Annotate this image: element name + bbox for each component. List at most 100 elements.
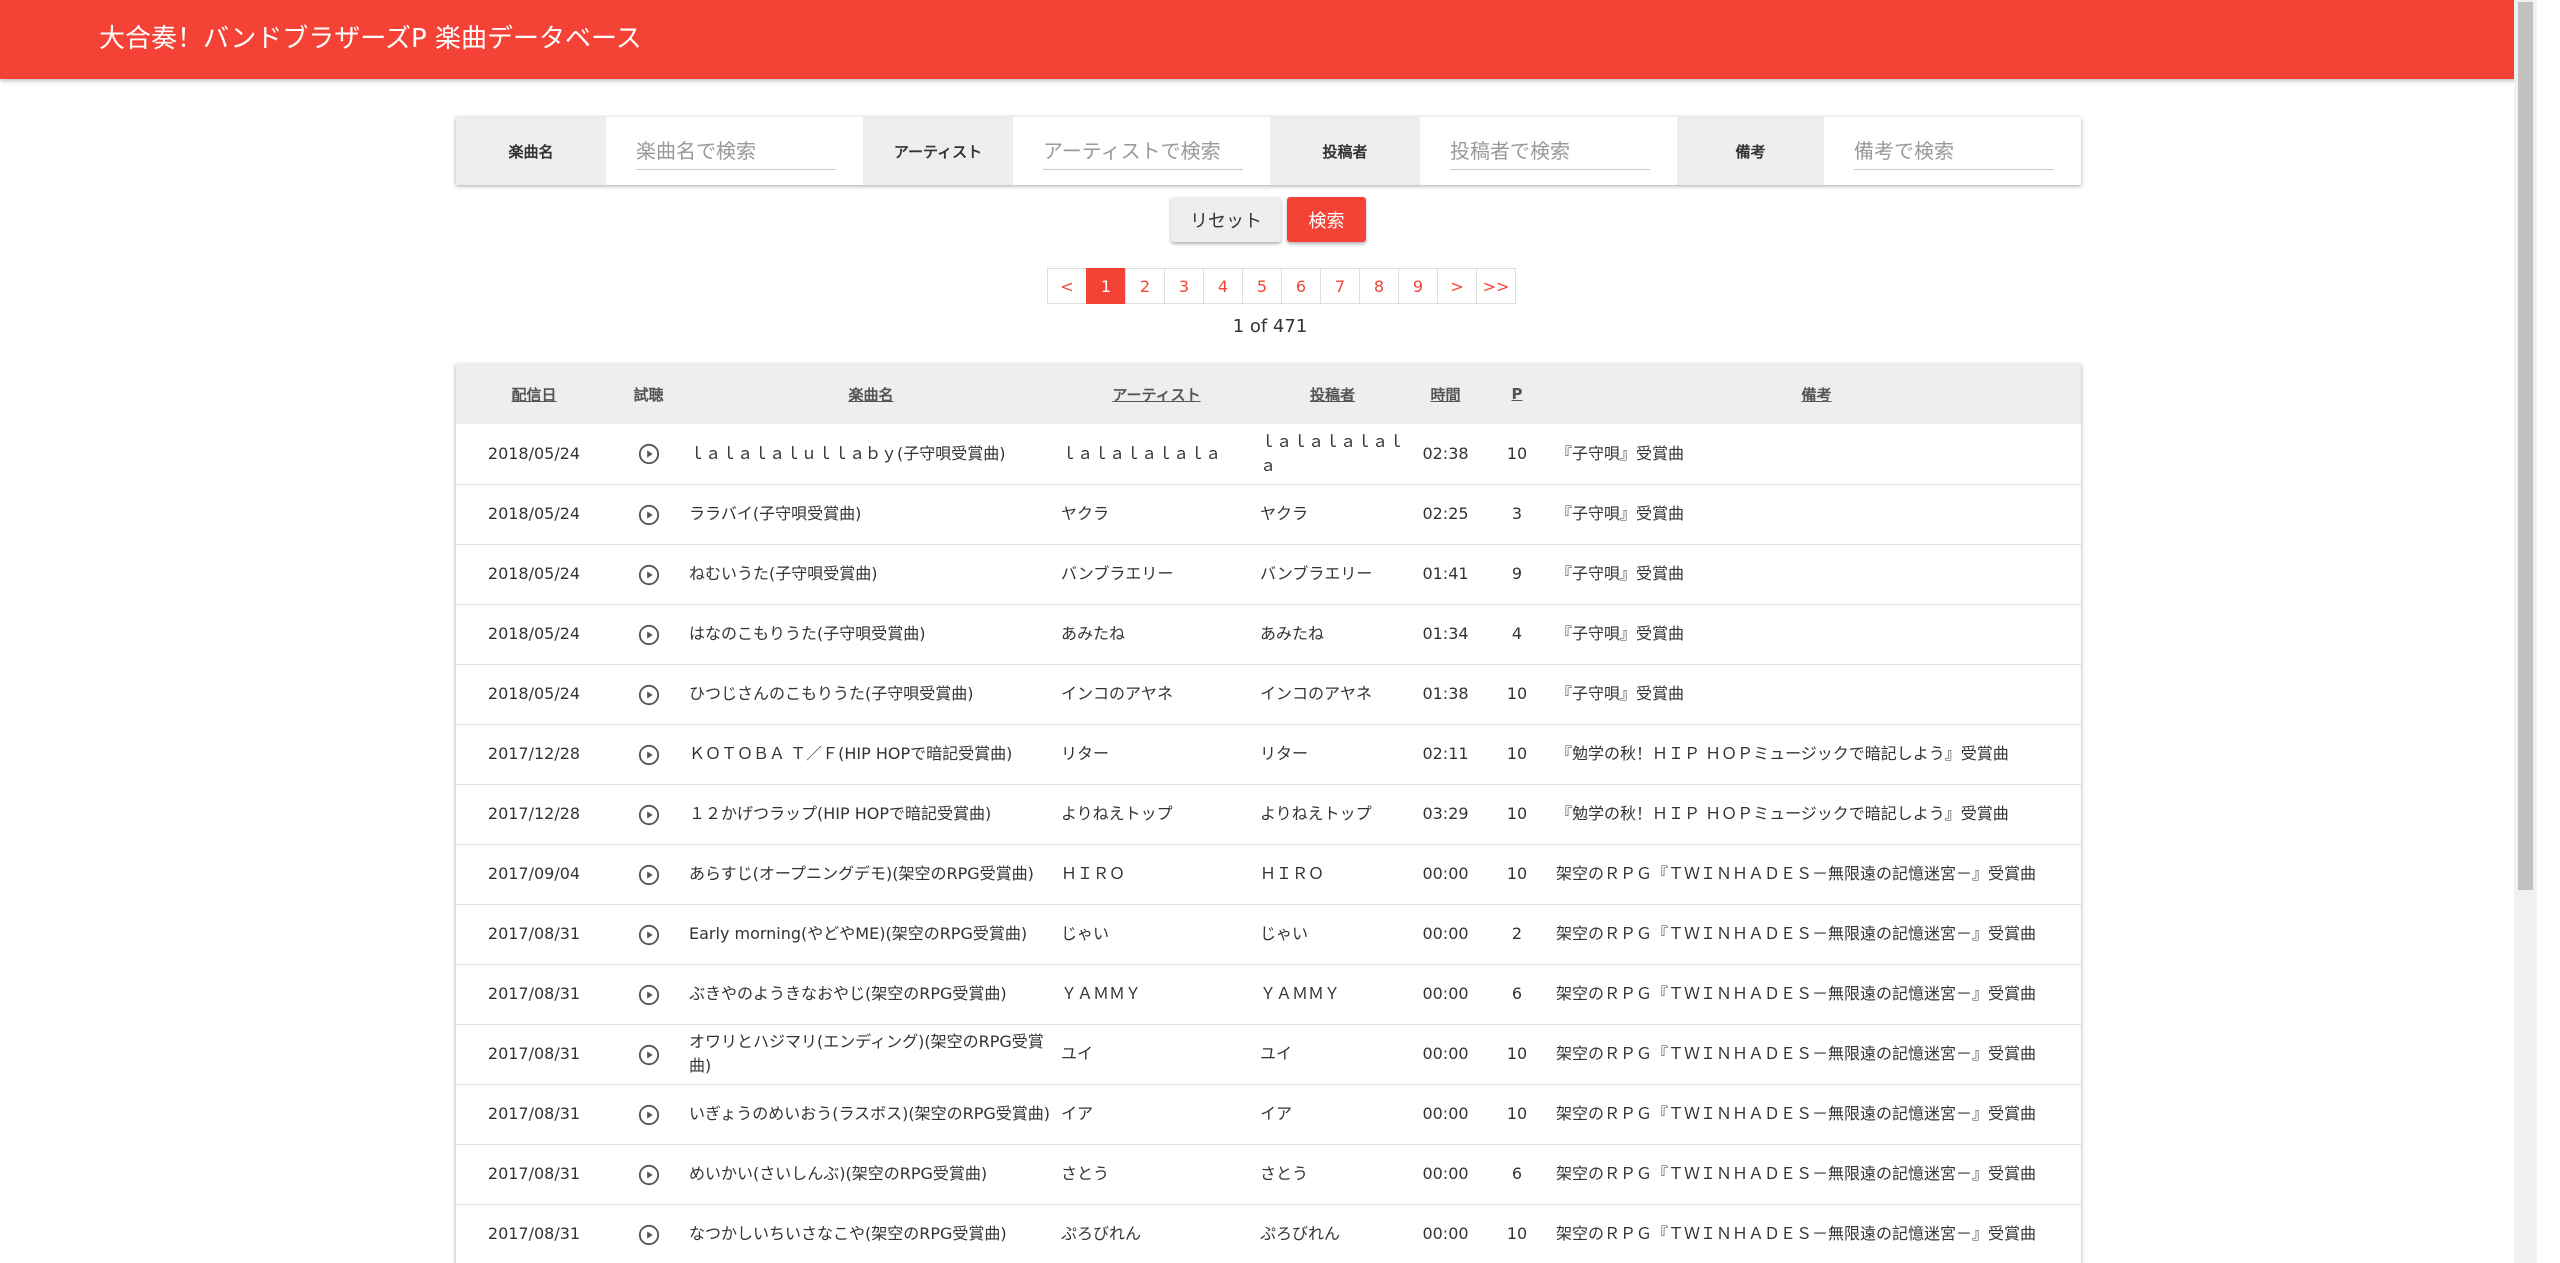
pagination-last[interactable]: >> (1476, 268, 1516, 304)
table-row: 2017/12/28 ＫＯＴＯＢＡ Ｔ／Ｆ(HIP HOPで暗記受賞曲) リター リタ… (456, 724, 2081, 784)
play-circle-icon[interactable] (638, 1164, 660, 1186)
pagination-prev[interactable]: < (1047, 268, 1087, 304)
cell-date: 2017/08/31 (487, 1104, 581, 1123)
cell-poster: よりねえトップ (1260, 804, 1372, 823)
cell-time: 00:00 (1422, 924, 1469, 943)
col-header-time[interactable]: 時間 (1409, 364, 1482, 424)
play-circle-icon[interactable] (638, 1224, 660, 1246)
reset-button[interactable]: リセット (1171, 197, 1281, 242)
cell-preview (612, 844, 685, 904)
cell-preview (612, 1204, 685, 1263)
cell-preview (612, 664, 685, 724)
notes-field-wrap (1824, 117, 2081, 185)
cell-preview (612, 724, 685, 784)
cell-poster: ｌａｌａｌａｌａｌａ (1260, 431, 1405, 475)
pagination-page-5[interactable]: 5 (1242, 268, 1282, 304)
cell-notes: 『子守唄』受賞曲 (1556, 564, 1685, 583)
pagination-page-4[interactable]: 4 (1203, 268, 1243, 304)
play-circle-icon[interactable] (638, 984, 660, 1006)
cell-time: 00:00 (1422, 1104, 1469, 1123)
cell-preview (612, 1084, 685, 1144)
cell-p: 4 (1511, 624, 1523, 643)
cell-notes: 『子守唄』受賞曲 (1556, 624, 1685, 643)
pagination-page-3[interactable]: 3 (1164, 268, 1204, 304)
col-header-artist[interactable]: アーティスト (1057, 364, 1256, 424)
cell-time: 01:41 (1422, 564, 1469, 583)
cell-song: ＫＯＴＯＢＡ Ｔ／Ｆ(HIP HOPで暗記受賞曲) (689, 744, 1013, 763)
play-circle-icon[interactable] (638, 1044, 660, 1066)
cell-artist: インコのアヤネ (1061, 684, 1174, 703)
cell-notes: 『子守唄』受賞曲 (1556, 443, 1685, 463)
cell-artist: よりねえトップ (1061, 804, 1173, 823)
play-circle-icon[interactable] (638, 864, 660, 886)
cell-notes: 『勉学の秋！ＨＩＰ ＨＯＰミュージックで暗記しよう』受賞曲 (1556, 804, 2009, 823)
search-button[interactable]: 検索 (1287, 197, 1366, 242)
artist-search-input[interactable] (1043, 133, 1243, 170)
col-header-date[interactable]: 配信日 (456, 364, 612, 424)
cell-preview (612, 484, 685, 544)
table-row: 2017/08/31 Early morning(やどやME)(架空のRPG受賞曲… (456, 904, 2081, 964)
cell-song: なつかしいちいさなこや(架空のRPG受賞曲) (689, 1224, 1007, 1243)
cell-date: 2017/08/31 (487, 1044, 581, 1063)
page-scrollbar[interactable] (2514, 0, 2537, 1263)
pagination-page-6[interactable]: 6 (1281, 268, 1321, 304)
cell-date: 2017/12/28 (487, 804, 581, 823)
play-circle-icon[interactable] (638, 684, 660, 706)
cell-poster: あみたね (1260, 624, 1325, 643)
play-circle-icon[interactable] (638, 804, 660, 826)
cell-notes: 架空のＲＰＧ『ＴＷＩＮＨＡＤＥＳ－無限遠の記憶迷宮－』受賞曲 (1556, 864, 2037, 883)
play-circle-icon[interactable] (638, 924, 660, 946)
pagination-page-7[interactable]: 7 (1320, 268, 1360, 304)
play-circle-icon[interactable] (638, 564, 660, 586)
pagination-page-1[interactable]: 1 (1086, 268, 1126, 304)
cell-preview (612, 904, 685, 964)
song-name-search-input[interactable] (636, 133, 836, 170)
cell-time: 00:00 (1422, 864, 1469, 883)
cell-date: 2017/08/31 (487, 984, 581, 1003)
cell-poster: ＨＩＲＯ (1260, 864, 1325, 883)
cell-date: 2018/05/24 (487, 443, 581, 463)
pagination-page-2[interactable]: 2 (1125, 268, 1165, 304)
cell-preview (612, 1144, 685, 1204)
cell-notes: 『勉学の秋！ＨＩＰ ＨＯＰミュージックで暗記しよう』受賞曲 (1556, 744, 2009, 763)
cell-poster: リター (1260, 744, 1309, 763)
table-row: 2018/05/24 ねむいうた(子守唄受賞曲) バンブラエリー バンブラエリー 01:… (456, 544, 2081, 604)
col-header-p[interactable]: P (1482, 364, 1552, 424)
cell-p: 10 (1506, 1044, 1528, 1063)
table-row: 2017/12/28 １２かげつラップ(HIP HOPで暗記受賞曲) よりねえトップ… (456, 784, 2081, 844)
notes-label: 備考 (1677, 117, 1824, 185)
notes-search-input[interactable] (1854, 133, 2054, 170)
play-circle-icon[interactable] (638, 624, 660, 646)
table-row: 2017/08/31 いぎょうのめいおう(ラスボス)(架空のRPG受賞曲) イア イア… (456, 1084, 2081, 1144)
col-header-poster[interactable]: 投稿者 (1256, 364, 1409, 424)
play-circle-icon[interactable] (638, 443, 660, 465)
cell-date: 2017/08/31 (487, 1164, 581, 1183)
cell-preview (612, 544, 685, 604)
cell-poster: さとう (1260, 1164, 1309, 1183)
song-name-label: 楽曲名 (456, 117, 606, 185)
cell-date: 2018/05/24 (487, 504, 581, 523)
cell-artist: リター (1061, 744, 1110, 763)
col-header-notes[interactable]: 備考 (1552, 364, 2081, 424)
play-circle-icon[interactable] (638, 504, 660, 526)
cell-song: ひつじさんのこもりうた(子守唄受賞曲) (689, 684, 974, 703)
pagination-next[interactable]: > (1437, 268, 1477, 304)
cell-artist: バンブラエリー (1061, 564, 1174, 583)
pagination-page-9[interactable]: 9 (1398, 268, 1438, 304)
search-panel: 楽曲名 アーティスト 投稿者 備考 (456, 117, 2081, 185)
poster-search-input[interactable] (1450, 133, 1650, 170)
cell-time: 02:11 (1422, 744, 1469, 763)
cell-artist: ＹＡＭＭＹ (1061, 984, 1142, 1003)
cell-time: 00:00 (1422, 984, 1469, 1003)
scrollbar-thumb[interactable] (2518, 2, 2533, 890)
play-circle-icon[interactable] (638, 1104, 660, 1126)
table-row: 2018/05/24 ひつじさんのこもりうた(子守唄受賞曲) インコのアヤネ インコの… (456, 664, 2081, 724)
cell-artist: ＨＩＲＯ (1061, 864, 1126, 883)
cell-notes: 『子守唄』受賞曲 (1556, 684, 1685, 703)
col-header-song[interactable]: 楽曲名 (685, 364, 1057, 424)
cell-p: 10 (1506, 684, 1528, 703)
pagination-page-8[interactable]: 8 (1359, 268, 1399, 304)
artist-label: アーティスト (863, 117, 1013, 185)
table-row: 2018/05/24 ｌａｌａｌａｌｕｌｌａｂｙ(子守唄受賞曲) ｌａｌａｌａｌａｌ… (456, 424, 2081, 484)
play-circle-icon[interactable] (638, 744, 660, 766)
